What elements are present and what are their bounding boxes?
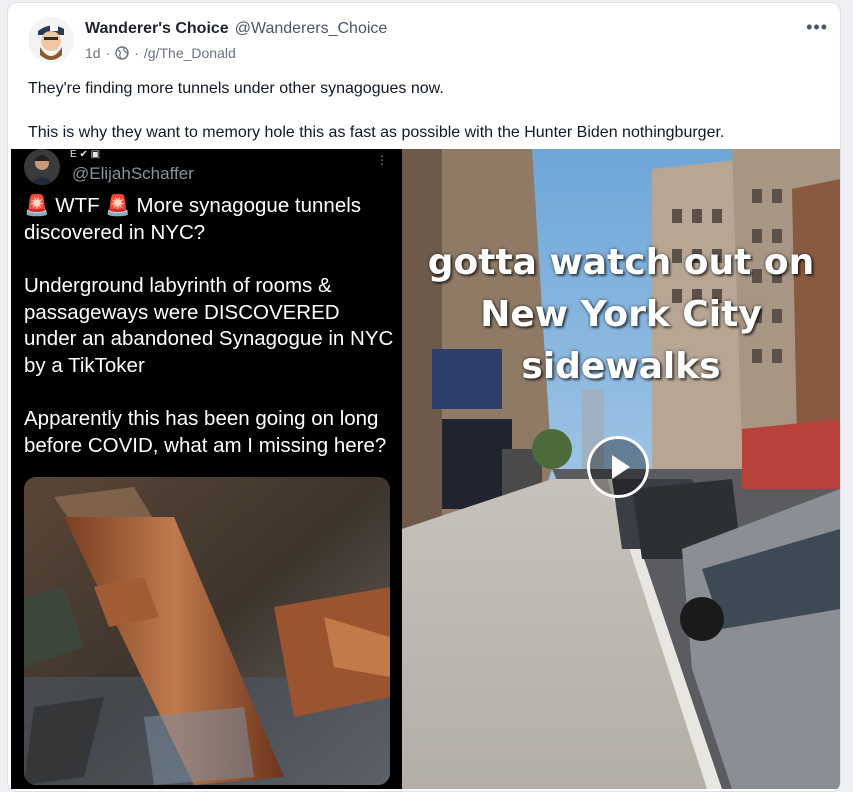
caption-line: gotta watch out on: [427, 242, 815, 283]
post-paragraph: They're finding more tunnels under other…: [28, 80, 444, 97]
author-line: Wanderer's Choice @Wanderers_Choice: [85, 20, 387, 38]
separator-dot: ·: [134, 45, 139, 61]
tweet-paragraph: Underground labyrinth of rooms & passage…: [24, 274, 394, 377]
media-video-street[interactable]: gotta watch out on New York City sidewal…: [402, 149, 840, 789]
play-icon: [612, 455, 630, 479]
tweet-paragraph: 🚨 WTF 🚨 More synagogue tunnels discovere…: [24, 194, 362, 244]
media-image-tweet[interactable]: E ✔ ▣ @ElijahSchaffer ⋮ 🚨 WTF 🚨 More syn…: [11, 149, 402, 789]
author-handle[interactable]: @Wanderers_Choice: [235, 20, 388, 37]
tweet-avatar: [24, 149, 60, 185]
separator-dot: ·: [105, 45, 111, 61]
tweet-menu-icon: ⋮: [376, 153, 388, 167]
post-body: They're finding more tunnels under other…: [28, 78, 820, 144]
author-display-name[interactable]: Wanderer's Choice: [85, 20, 229, 37]
tweet-text: 🚨 WTF 🚨 More synagogue tunnels discovere…: [24, 193, 396, 459]
tweet-badges: E ✔ ▣: [70, 149, 101, 160]
author-avatar[interactable]: [28, 17, 74, 63]
caption-line: New York City: [480, 294, 762, 335]
post-meta: 1d · · /g/The_Donald: [85, 45, 236, 61]
tweet-paragraph: Apparently this has been going on long b…: [24, 407, 387, 457]
video-caption-overlay: gotta watch out on New York City sidewal…: [402, 237, 840, 393]
avatar-cartoon-icon: [28, 17, 74, 63]
post-paragraph: This is why they want to memory hole thi…: [28, 124, 725, 141]
post-card: Wanderer's Choice @Wanderers_Choice 1d · …: [7, 2, 841, 792]
community-link[interactable]: /g/The_Donald: [144, 45, 236, 61]
tweet-handle: @ElijahSchaffer: [72, 164, 194, 183]
post-age[interactable]: 1d: [85, 45, 101, 61]
more-options-button[interactable]: •••: [806, 17, 828, 38]
caption-line: sidewalks: [521, 346, 721, 387]
tunnel-photo: [24, 477, 390, 785]
globe-icon: [115, 46, 129, 60]
post-header: Wanderer's Choice @Wanderers_Choice 1d · …: [8, 3, 840, 65]
play-button[interactable]: [587, 436, 649, 498]
